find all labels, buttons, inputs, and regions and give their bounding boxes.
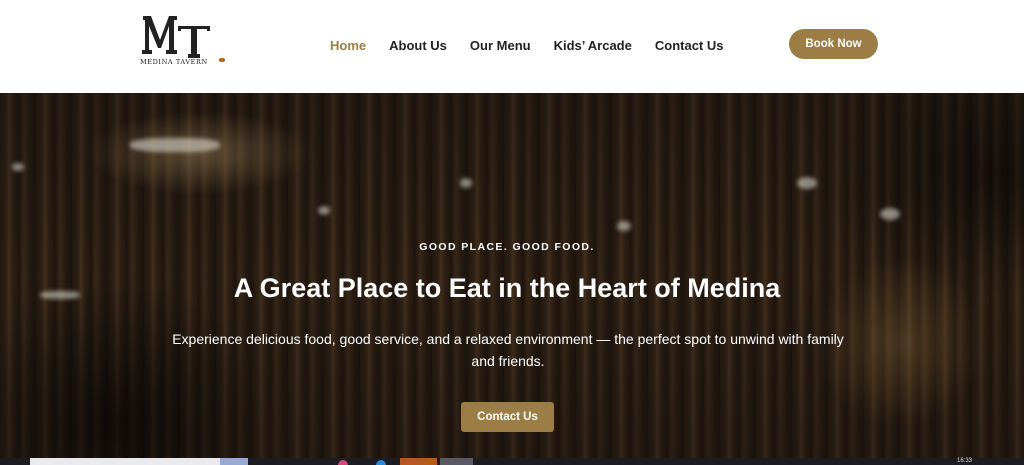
nav-contact-us[interactable]: Contact Us [655,38,724,56]
bokeh-light [130,138,220,152]
hero-description: Experience delicious food, good service,… [172,331,844,369]
logo-wordmark: MEDINA TAVERN [140,58,208,66]
site-header: MEDINA TAVERN Home About Us Our Menu Kid… [0,0,1024,93]
taskbar-search-icon [220,458,248,465]
taskbar: 16:33 [0,458,1024,465]
taskbar-app-icon[interactable] [440,458,473,465]
taskbar-browser-icon[interactable] [376,460,386,465]
taskbar-app-icon[interactable] [338,460,348,465]
taskbar-app-icon[interactable] [400,458,437,465]
book-now-button[interactable]: Book Now [789,29,878,59]
medina-tavern-logo[interactable]: MEDINA TAVERN [140,16,230,72]
hero-title: A Great Place to Eat in the Heart of Med… [233,273,781,303]
nav-our-menu[interactable]: Our Menu [470,38,531,56]
bokeh-light [797,177,817,189]
taskbar-search-box[interactable] [30,458,248,465]
nav-kids-arcade[interactable]: Kids’ Arcade [554,38,632,56]
logo-mt-monogram [142,16,210,58]
hero-section: GOOD PLACE. GOOD FOOD. A Great Place to … [0,93,1024,458]
contact-us-button[interactable]: Contact Us [461,402,554,432]
bokeh-light [12,163,24,171]
main-nav: Home About Us Our Menu Kids’ Arcade Cont… [330,38,723,56]
nav-home[interactable]: Home [330,38,366,56]
bokeh-light [318,206,330,215]
logo-accent-icon [219,58,225,62]
bokeh-light [460,178,472,188]
taskbar-clock: 16:33 [957,458,973,464]
hero-eyebrow: GOOD PLACE. GOOD FOOD. [419,241,595,253]
bokeh-light [617,221,631,231]
bokeh-light [880,208,900,220]
nav-about-us[interactable]: About Us [389,38,447,56]
